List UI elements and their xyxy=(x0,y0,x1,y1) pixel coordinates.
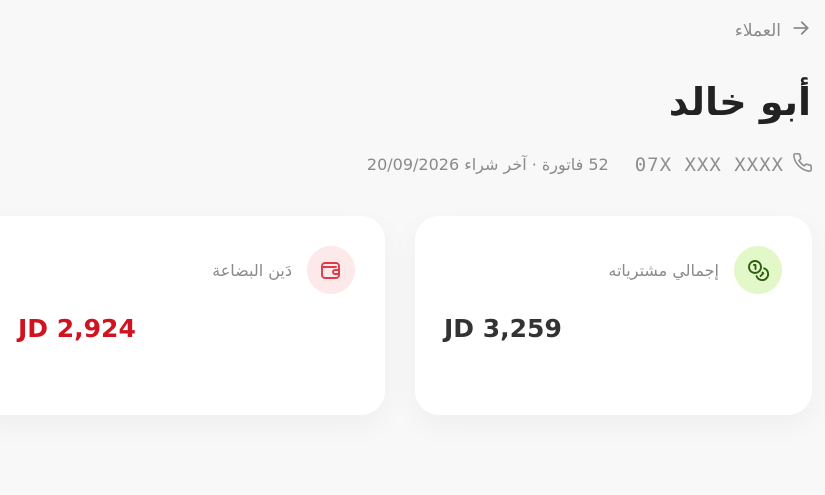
arrow-right-icon xyxy=(791,18,811,43)
goods-debt-label: دَين البضاعة xyxy=(212,260,292,280)
back-label: العملاء xyxy=(734,20,781,41)
coins-icon xyxy=(734,246,782,294)
goods-debt-value: JD 2,924 xyxy=(18,314,136,343)
total-purchases-value: JD 3,259 xyxy=(444,314,562,343)
total-purchases-card: إجمالي مشترياته JD 3,259 xyxy=(415,216,812,415)
phone-icon xyxy=(792,152,813,177)
goods-debt-card: دَين البضاعة JD 2,924 xyxy=(0,216,385,415)
invoices-and-last-purchase: 52 فاتورة · آخر شراء 20/09/2026 xyxy=(366,155,609,174)
customer-phone: 07X XXX XXXX xyxy=(635,152,813,177)
total-purchases-header: إجمالي مشترياته xyxy=(608,246,782,294)
customer-details-page: العملاء أبو خالد 07X XXX XXXX 52 فاتورة … xyxy=(0,0,825,495)
wallet-icon xyxy=(307,246,355,294)
goods-debt-header: دَين البضاعة xyxy=(212,246,355,294)
back-to-customers-link[interactable]: العملاء xyxy=(735,18,811,43)
total-purchases-label: إجمالي مشترياته xyxy=(608,260,719,280)
customer-meta: 07X XXX XXXX 52 فاتورة · آخر شراء 20/09/… xyxy=(367,152,813,177)
customer-name: أبو خالد xyxy=(668,80,811,124)
phone-number: 07X XXX XXXX xyxy=(634,153,784,176)
